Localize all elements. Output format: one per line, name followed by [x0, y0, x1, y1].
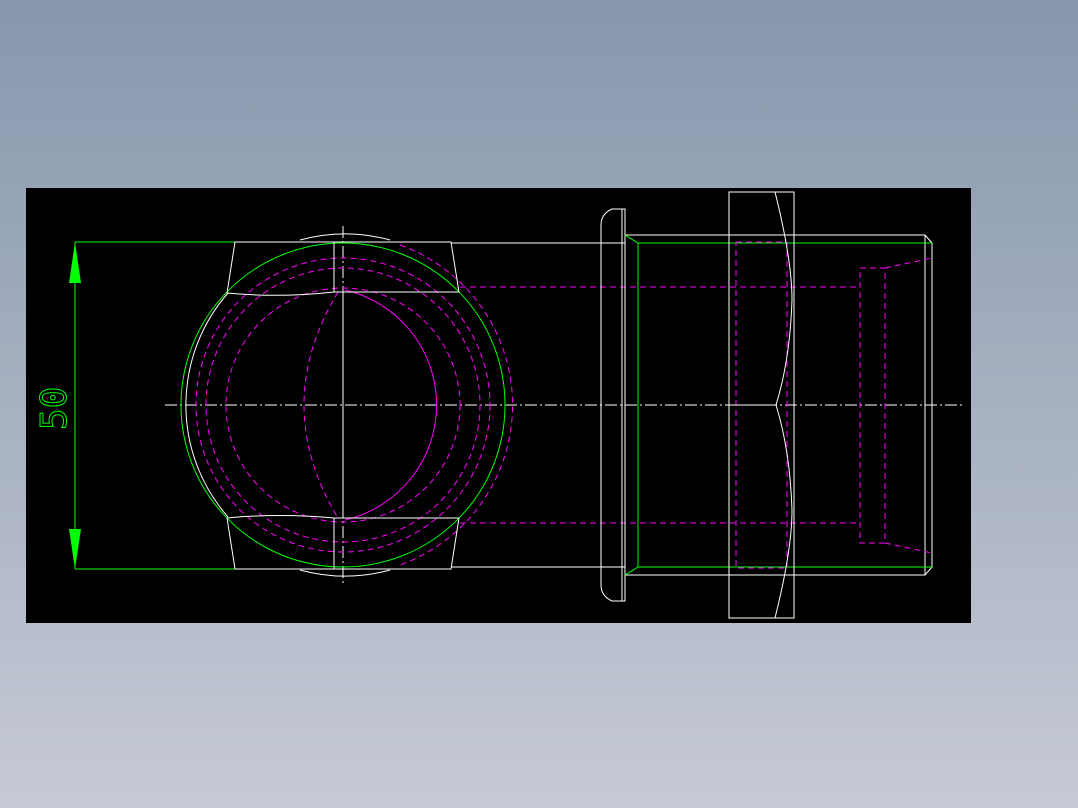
arrow-up-icon — [69, 242, 81, 283]
arrow-down-icon — [69, 529, 81, 569]
cad-drawing: 50 — [34, 191, 962, 619]
dimension-label: 50 — [34, 387, 75, 430]
hex-nut — [728, 191, 795, 619]
dimension-50: 50 — [34, 241, 235, 570]
